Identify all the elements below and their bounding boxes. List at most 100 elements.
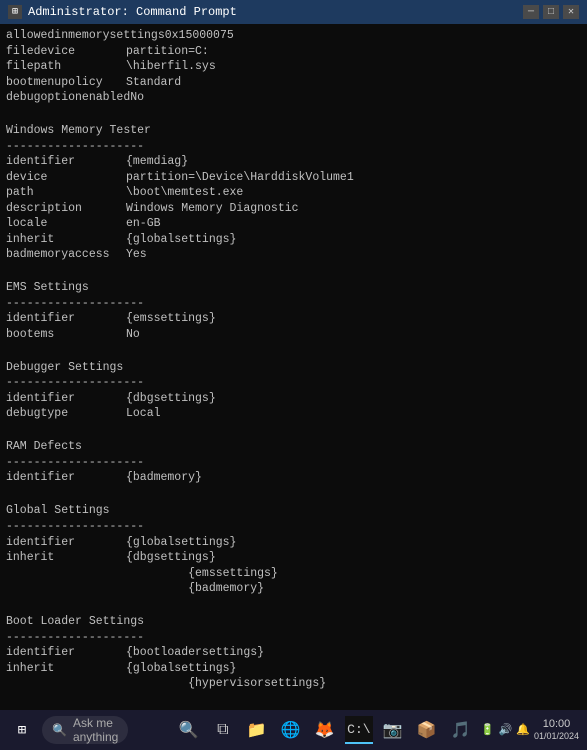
taskbar-view[interactable]: ⧉ xyxy=(209,716,237,744)
terminal-line xyxy=(6,342,581,358)
line-value: {badmemory} xyxy=(126,581,264,597)
terminal-line: Windows Memory Tester xyxy=(6,121,581,139)
terminal-line: identifier{emssettings} xyxy=(6,311,581,327)
close-button[interactable]: ✕ xyxy=(563,5,579,19)
line-value: en-GB xyxy=(126,216,161,232)
taskbar-icons[interactable]: 🔍 ⧉ 📁 🌐 🦊 C:\ 📷 📦 🎵 xyxy=(175,716,475,744)
divider: -------------------- xyxy=(6,519,144,535)
line-value: {globalsettings} xyxy=(126,535,236,551)
line-value: partition=\Device\HarddiskVolume1 xyxy=(126,170,354,186)
line-value: \hiberfil.sys xyxy=(126,59,216,75)
line-key: identifier xyxy=(6,645,126,661)
section-header: Debugger Settings xyxy=(6,360,123,376)
taskbar-cortana[interactable]: 🔍 xyxy=(175,716,203,744)
line-key: debugoptionenabled xyxy=(6,90,130,106)
terminal-line: EMS Settings xyxy=(6,278,581,296)
section-header: Boot Loader Settings xyxy=(6,614,144,630)
minimize-button[interactable]: ─ xyxy=(523,5,539,19)
system-tray[interactable]: 🔋 🔊 🔔 10:00 01/01/2024 xyxy=(477,718,583,742)
tray-icon-notify: 🔔 xyxy=(516,723,530,736)
line-value: {badmemory} xyxy=(126,470,202,486)
divider: -------------------- xyxy=(6,375,144,391)
line-key: path xyxy=(6,185,126,201)
line-key: inherit xyxy=(6,550,126,566)
line-key: description xyxy=(6,201,126,217)
terminal-line: Boot Loader Settings xyxy=(6,612,581,630)
divider: -------------------- xyxy=(6,630,144,646)
terminal-line: inherit{globalsettings} xyxy=(6,661,581,677)
line-key: inherit xyxy=(6,232,126,248)
taskbar-appicon1[interactable]: 📷 xyxy=(379,716,407,744)
title-bar: ⊞ Administrator: Command Prompt ─ □ ✕ xyxy=(0,0,587,24)
terminal-line xyxy=(6,422,581,438)
terminal-line: identifier{memdiag} xyxy=(6,154,581,170)
taskbar[interactable]: ⊞ 🔍 Ask me anything 🔍 ⧉ 📁 🌐 🦊 C:\ 📷 📦 🎵 … xyxy=(0,710,587,750)
terminal-line: Debugger Settings xyxy=(6,358,581,376)
line-value: Windows Memory Diagnostic xyxy=(126,201,299,217)
line-value: {emssettings} xyxy=(126,311,216,327)
line-value: No xyxy=(130,90,144,106)
terminal-line: -------------------- xyxy=(6,296,581,312)
terminal-line xyxy=(6,263,581,279)
cmd-icon: ⊞ xyxy=(8,5,22,19)
line-value: {dbgsettings} xyxy=(126,391,216,407)
terminal-line: localeen-GB xyxy=(6,216,581,232)
line-value: \boot\memtest.exe xyxy=(126,185,243,201)
terminal-line: debugtypeLocal xyxy=(6,406,581,422)
taskbar-explorer[interactable]: 📁 xyxy=(243,716,271,744)
search-bar[interactable]: 🔍 Ask me anything xyxy=(42,716,128,744)
start-button[interactable]: ⊞ xyxy=(4,712,40,748)
search-icon: 🔍 xyxy=(52,723,67,737)
tray-date-value: 01/01/2024 xyxy=(534,731,579,742)
line-value: {bootloadersettings} xyxy=(126,645,264,661)
line-key: identifier xyxy=(6,535,126,551)
line-key: allowedinmemorysettings xyxy=(6,28,165,44)
taskbar-cmd[interactable]: C:\ xyxy=(345,716,373,744)
tray-clock[interactable]: 10:00 01/01/2024 xyxy=(534,718,579,742)
terminal-line: {hypervisorsettings} xyxy=(6,676,581,692)
taskbar-appicon2[interactable]: 📦 xyxy=(413,716,441,744)
terminal-line xyxy=(6,692,581,708)
section-header: Windows Memory Tester xyxy=(6,123,151,139)
line-key: identifier xyxy=(6,470,126,486)
terminal-line: identifier{badmemory} xyxy=(6,470,581,486)
terminal-line: bootmenupolicyStandard xyxy=(6,75,581,91)
window-title: Administrator: Command Prompt xyxy=(28,5,237,19)
maximize-button[interactable]: □ xyxy=(543,5,559,19)
terminal-line: bootemsNo xyxy=(6,327,581,343)
divider: -------------------- xyxy=(6,139,144,155)
terminal-line: badmemoryaccessYes xyxy=(6,247,581,263)
line-value: Standard xyxy=(126,75,181,91)
line-value: {memdiag} xyxy=(126,154,188,170)
line-key: debugtype xyxy=(6,406,126,422)
terminal-line: identifier{dbgsettings} xyxy=(6,391,581,407)
tray-icon-network: 🔋 xyxy=(481,723,495,736)
line-value: No xyxy=(126,327,140,343)
section-header: Global Settings xyxy=(6,503,110,519)
line-key: bootmenupolicy xyxy=(6,75,126,91)
terminal-line: -------------------- xyxy=(6,455,581,471)
terminal-line: {badmemory} xyxy=(6,581,581,597)
line-value: {globalsettings} xyxy=(126,661,236,677)
terminal-line xyxy=(6,597,581,613)
taskbar-edge[interactable]: 🌐 xyxy=(277,716,305,744)
terminal-line: path\boot\memtest.exe xyxy=(6,185,581,201)
line-key: device xyxy=(6,170,126,186)
terminal-line: identifier{globalsettings} xyxy=(6,535,581,551)
section-header: RAM Defects xyxy=(6,439,82,455)
line-value: {hypervisorsettings} xyxy=(126,676,326,692)
terminal-line: descriptionWindows Memory Diagnostic xyxy=(6,201,581,217)
divider: -------------------- xyxy=(6,296,144,312)
line-value: {globalsettings} xyxy=(126,232,236,248)
taskbar-firefox[interactable]: 🦊 xyxy=(311,716,339,744)
window-controls[interactable]: ─ □ ✕ xyxy=(523,5,579,19)
terminal-line: RAM Defects xyxy=(6,437,581,455)
taskbar-appicon3[interactable]: 🎵 xyxy=(447,716,475,744)
terminal-line: debugoptionenabledNo xyxy=(6,90,581,106)
section-header: EMS Settings xyxy=(6,280,89,296)
line-key xyxy=(6,676,126,692)
line-value: {dbgsettings} xyxy=(126,550,216,566)
terminal-line: filepath\hiberfil.sys xyxy=(6,59,581,75)
line-key: identifier xyxy=(6,154,126,170)
line-value: partition=C: xyxy=(126,44,209,60)
